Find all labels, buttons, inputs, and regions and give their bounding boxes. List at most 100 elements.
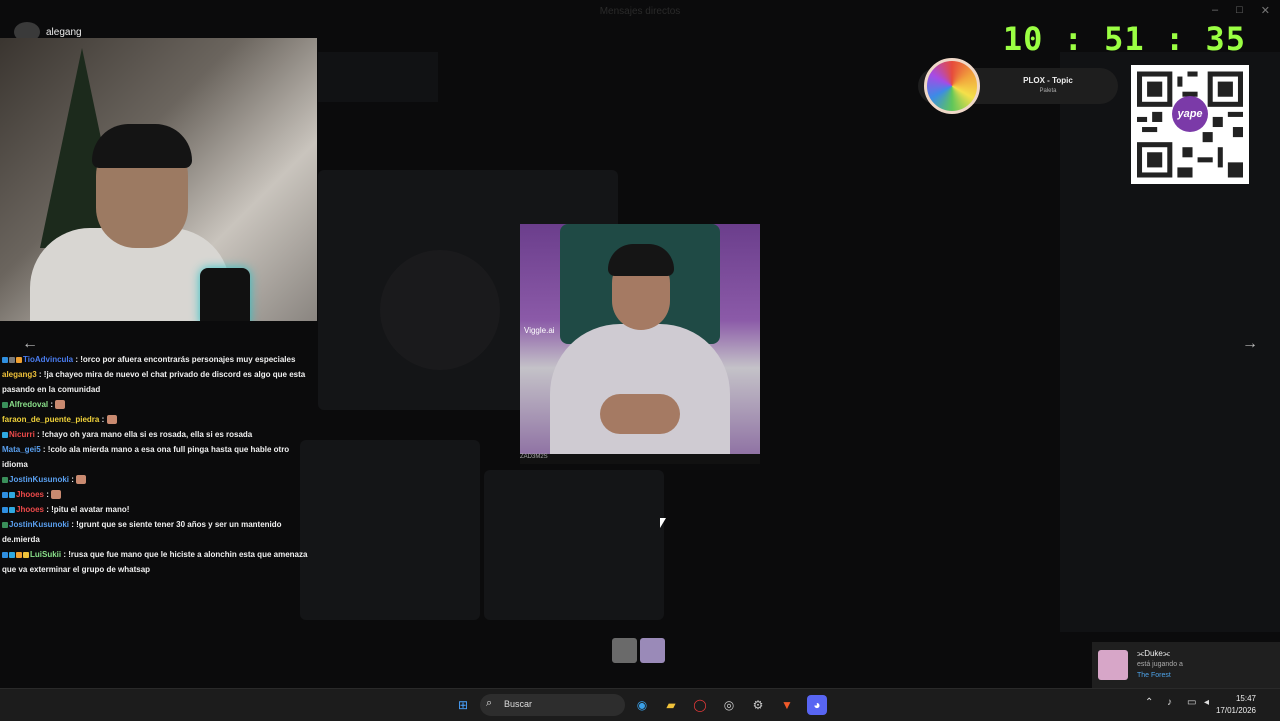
chat-username[interactable]: faraon_de_puente_piedra xyxy=(2,415,99,424)
chat-message: faraon_de_puente_piedra : xyxy=(2,412,314,427)
chat-message: LuiSukii : !rusa que fue mano que le hic… xyxy=(2,547,314,577)
notification-name: ⫘Duke⫘ xyxy=(1137,649,1171,658)
popup-video: Viggle.ai ZAD3M2S xyxy=(520,224,760,464)
maximize-button[interactable]: □ xyxy=(1236,4,1243,17)
now-playing-title: PLOX - Topic xyxy=(1023,76,1073,85)
clock-minutes: 51 xyxy=(1104,20,1145,58)
emote-icon xyxy=(76,475,87,485)
chat-username[interactable]: JostinKusunoki xyxy=(9,520,69,529)
chat-username[interactable]: Mata_gei5 xyxy=(2,445,41,454)
chat-badge-icon xyxy=(2,476,8,483)
window-controls: – □ ✕ xyxy=(1212,4,1270,17)
chat-text: : !ja chayeo mira de nuevo el chat priva… xyxy=(2,370,306,394)
chat-badge-icon xyxy=(16,551,22,558)
microphone xyxy=(200,268,250,321)
edge-icon[interactable]: ◉ xyxy=(632,695,652,715)
chat-text: : xyxy=(101,415,105,424)
chevron-up-icon[interactable]: ⌃ xyxy=(1145,697,1153,708)
next-arrow-icon[interactable]: → xyxy=(1238,332,1262,356)
chat-badge-icon xyxy=(2,401,8,408)
chat-username[interactable]: alegang3 xyxy=(2,370,37,379)
notification-line: está jugando a xyxy=(1137,661,1183,668)
emote-icon xyxy=(55,400,66,410)
chat-message: TioAdvincula : !orco por afuera encontra… xyxy=(2,352,314,367)
chat-message: Alfredoval : xyxy=(2,397,314,412)
emote-icon xyxy=(51,490,62,500)
windows-start-icon[interactable]: ⊞ xyxy=(453,695,473,715)
chat-message: Mata_gei5 : !colo ala mierda mano a esa … xyxy=(2,442,314,472)
now-playing-subtitle: Paleta xyxy=(1039,88,1057,94)
chat-badge-icon xyxy=(2,431,8,438)
chat-username[interactable]: Nicurri xyxy=(9,430,35,439)
chat-message: JostinKusunoki : xyxy=(2,472,314,487)
chat-message: Jhooes : xyxy=(2,487,314,502)
discord-icon[interactable]: ◕ xyxy=(807,695,827,715)
avatar xyxy=(1098,650,1128,680)
person-arms xyxy=(600,394,680,434)
chat-text: : !chayo oh yara mano ella si es rosada,… xyxy=(37,430,253,439)
chat-message: Nicurri : !chayo oh yara mano ella si es… xyxy=(2,427,314,442)
media-thumbnail[interactable] xyxy=(640,638,665,663)
opera-icon[interactable]: ◯ xyxy=(690,695,710,715)
bg-blob xyxy=(380,250,500,370)
viggle-watermark: Viggle.ai xyxy=(524,326,555,335)
system-date: 17/01/2026 xyxy=(1215,706,1256,715)
chat-badge-icon xyxy=(2,506,8,513)
network-icon[interactable]: ▭ xyxy=(1187,697,1196,708)
settings-icon[interactable]: ⚙ xyxy=(748,695,768,715)
volume-icon[interactable]: ◂ xyxy=(1204,697,1209,708)
microphone-icon[interactable]: ♪ xyxy=(1167,697,1172,708)
chat-text: : !orco por afuera encontrarás personaje… xyxy=(75,355,296,364)
chat-username[interactable]: TioAdvincula xyxy=(23,355,73,364)
chat-username[interactable]: Jhooes xyxy=(16,505,44,514)
chat-badge-icon xyxy=(9,506,15,513)
media-thumbnail[interactable] xyxy=(612,638,637,663)
window-title: Mensajes directos xyxy=(599,6,681,17)
chat-text: : xyxy=(46,490,49,499)
mouse-cursor-icon xyxy=(660,518,666,528)
system-clock[interactable]: 15:47 17/01/2026 xyxy=(1216,693,1256,717)
chat-username[interactable]: Alfredoval xyxy=(9,400,48,409)
file-explorer-icon[interactable]: ▰ xyxy=(661,695,681,715)
chat-text: : !pitu el avatar mano! xyxy=(46,505,130,514)
emote-icon xyxy=(106,415,117,425)
stream-clock: 10 : 51 : 35 xyxy=(1003,20,1246,58)
chat-text: : xyxy=(50,400,54,409)
close-button[interactable]: ✕ xyxy=(1261,4,1270,17)
person-hair xyxy=(608,244,674,276)
chat-message: JostinKusunoki : !grunt que se siente te… xyxy=(2,517,314,547)
chat-badge-icon xyxy=(23,551,29,558)
minimize-button[interactable]: – xyxy=(1212,4,1218,17)
search-icon: ⌕ xyxy=(486,697,493,709)
brave-icon[interactable]: ▼ xyxy=(777,695,797,715)
clock-separator: : xyxy=(1164,20,1186,58)
notification-game: The Forest xyxy=(1137,672,1171,679)
chat-badge-icon xyxy=(9,356,15,363)
system-time: 15:47 xyxy=(1235,694,1256,703)
cam-username: alegang xyxy=(46,26,82,38)
activity-notification[interactable]: ⫘Duke⫘ está jugando a The Forest xyxy=(1092,642,1280,688)
chat-badge-icon xyxy=(9,551,15,558)
clock-hours: 10 xyxy=(1002,20,1044,58)
clock-seconds: 35 xyxy=(1205,20,1246,58)
chat-badge-icon xyxy=(16,356,22,363)
chat-badge-icon xyxy=(9,491,15,498)
chat-message: Jhooes : !pitu el avatar mano! xyxy=(2,502,314,517)
bg-card xyxy=(300,440,480,620)
chat-username[interactable]: JostinKusunoki xyxy=(9,475,69,484)
lollipop-icon xyxy=(924,58,980,114)
clock-separator: : xyxy=(1063,20,1084,58)
search-placeholder: Buscar xyxy=(504,699,533,709)
taskbar: ⊞ ⌕ Buscar ◉ ▰ ◯ ◎ ⚙ ▼ ◕ ⌃ ♪ ▭ ◂ 15:47 1… xyxy=(0,688,1280,721)
chat-username[interactable]: LuiSukii xyxy=(30,550,61,559)
chat-badge-icon xyxy=(2,521,8,528)
obs-icon[interactable]: ◎ xyxy=(719,695,739,715)
streamer-hair xyxy=(92,124,192,168)
chat-badge-icon xyxy=(2,491,8,498)
search-input[interactable]: ⌕ Buscar xyxy=(480,694,625,716)
popup-footer: ZAD3M2S xyxy=(520,454,760,464)
stream-chat: TioAdvincula : !orco por afuera encontra… xyxy=(2,352,314,577)
bg-pane xyxy=(318,52,438,102)
chat-username[interactable]: Jhooes xyxy=(16,490,44,499)
chat-badge-icon xyxy=(2,551,8,558)
